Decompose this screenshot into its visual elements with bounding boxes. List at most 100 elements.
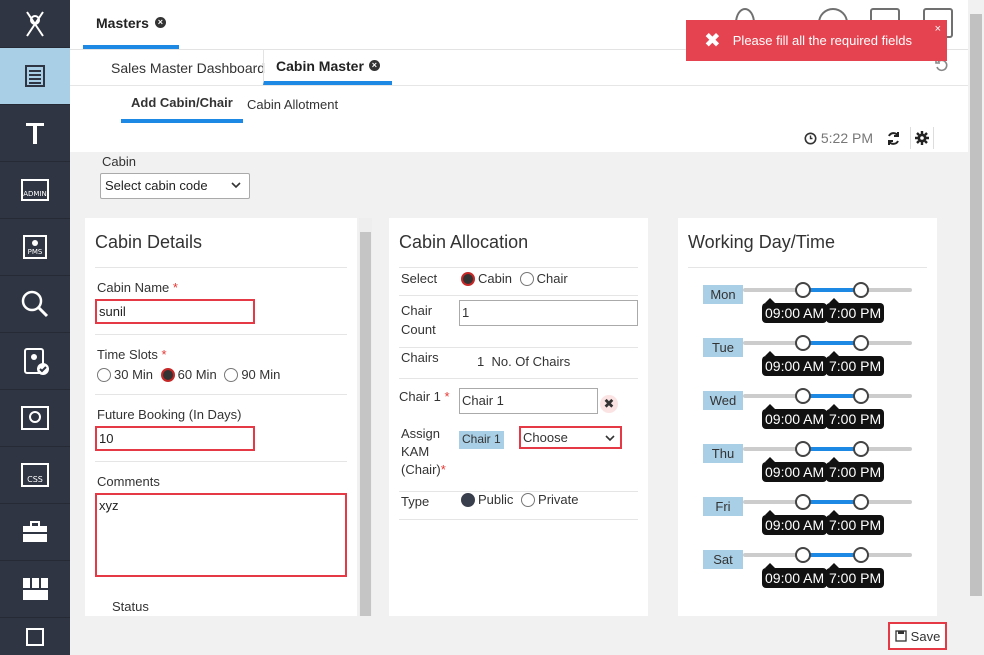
- details-scrollbar[interactable]: [359, 218, 372, 616]
- tab-dashboard-label: Sales Master Dashboard: [111, 59, 266, 76]
- page-scrollbar[interactable]: [968, 0, 984, 655]
- start-handle-thu[interactable]: [795, 441, 811, 457]
- time-slider-tue[interactable]: [743, 341, 912, 345]
- tab-add-cabin-chair[interactable]: Add Cabin/Chair: [121, 86, 243, 123]
- time-slider-fri[interactable]: [743, 500, 912, 504]
- comments-label: Comments: [97, 474, 160, 489]
- clock-display: 5:22 PM: [804, 130, 873, 146]
- sidebar-item-admin[interactable]: ADMIN: [0, 162, 70, 219]
- sidebar-item-text[interactable]: [0, 105, 70, 162]
- working-day-title: Working Day/Time: [688, 232, 836, 252]
- sync-icon[interactable]: [881, 127, 905, 149]
- start-time-label: 09:00 AM: [762, 457, 828, 482]
- tab-cabin-master[interactable]: Cabin Master ×: [263, 50, 392, 85]
- type-label: Type: [401, 494, 430, 509]
- cabin-code-select[interactable]: Select cabin code: [100, 173, 250, 199]
- chair-count-input[interactable]: 1: [459, 300, 638, 326]
- remove-chair-icon[interactable]: ✖: [600, 395, 618, 413]
- toast-close-icon[interactable]: ×: [935, 23, 941, 35]
- private-radio[interactable]: Private: [521, 492, 579, 507]
- day-chip-tue: Tue: [703, 338, 743, 357]
- assign-kam-select[interactable]: Choose: [519, 426, 622, 449]
- end-time-label: 7:00 PM: [826, 404, 885, 429]
- start-time-label: 09:00 AM: [762, 510, 828, 535]
- clock-icon: [804, 132, 817, 144]
- cabin-name-input[interactable]: sunil: [95, 299, 255, 324]
- tab-cabin-allotment[interactable]: Cabin Allotment: [247, 86, 338, 123]
- error-toast: ✖ Please fill all the required fields ×: [686, 20, 947, 61]
- future-booking-label: Future Booking (In Days): [97, 407, 242, 422]
- save-button[interactable]: Save: [888, 622, 947, 650]
- day-chip-wed: Wed: [703, 391, 743, 410]
- close-icon[interactable]: ×: [154, 17, 166, 28]
- time-slots-label: Time Slots *: [97, 347, 167, 362]
- error-icon: ✖: [704, 30, 721, 52]
- end-handle-mon[interactable]: [853, 282, 869, 298]
- end-time-label: 7:00 PM: [826, 298, 885, 323]
- chair1-input[interactable]: Chair 1: [459, 388, 598, 414]
- chairs-label: Chairs: [401, 350, 439, 365]
- day-chip-mon: Mon: [703, 285, 743, 304]
- start-time-label: 09:00 AM: [762, 404, 828, 429]
- svg-text:ADMIN: ADMIN: [23, 190, 47, 198]
- logo-icon[interactable]: [0, 0, 70, 48]
- future-booking-input[interactable]: 10: [95, 426, 255, 451]
- sidebar-item-user-check[interactable]: [0, 333, 70, 390]
- start-handle-sat[interactable]: [795, 547, 811, 563]
- start-handle-tue[interactable]: [795, 335, 811, 351]
- time-slider-thu[interactable]: [743, 447, 912, 451]
- copy-icon[interactable]: [0, 618, 70, 655]
- type-group: Public Private: [461, 492, 579, 507]
- sidebar-item-pms[interactable]: PMS: [0, 219, 70, 276]
- cabin-details-title: Cabin Details: [95, 232, 203, 252]
- sidebar-item-profile[interactable]: [0, 390, 70, 447]
- inner-tab-bar: Add Cabin/Chair Cabin Allotment 5:22 PM: [70, 86, 968, 152]
- start-handle-wed[interactable]: [795, 388, 811, 404]
- sidebar-item-masters[interactable]: [0, 48, 70, 105]
- end-handle-fri[interactable]: [853, 494, 869, 510]
- day-chip-fri: Fri: [703, 497, 743, 516]
- time-slider-sat[interactable]: [743, 553, 912, 557]
- chair1-label: Chair 1 *: [399, 389, 450, 404]
- time-slider-mon[interactable]: [743, 288, 912, 292]
- end-time-label: 7:00 PM: [826, 510, 885, 535]
- sidebar-item-css[interactable]: CSS: [0, 447, 70, 504]
- end-time-label: 7:00 PM: [826, 457, 885, 482]
- grid-icon[interactable]: [0, 561, 70, 618]
- cabin-radio[interactable]: Cabin: [461, 271, 512, 286]
- start-handle-fri[interactable]: [795, 494, 811, 510]
- status-label: Status: [112, 599, 149, 614]
- end-handle-wed[interactable]: [853, 388, 869, 404]
- tab-sales-master-dashboard[interactable]: Sales Master Dashboard: [111, 50, 265, 85]
- current-time: 5:22 PM: [820, 130, 873, 146]
- sidebar: ADMIN PMS CSS: [0, 0, 70, 655]
- end-handle-sat[interactable]: [853, 547, 869, 563]
- public-radio[interactable]: Public: [461, 492, 513, 507]
- start-handle-mon[interactable]: [795, 282, 811, 298]
- end-time-label: 7:00 PM: [826, 351, 885, 376]
- assign-chair-chip: Chair 1: [459, 431, 504, 449]
- slot-30-radio[interactable]: 30 Min: [97, 367, 153, 382]
- chair-radio[interactable]: Chair: [519, 271, 568, 286]
- gear-icon[interactable]: [910, 127, 934, 149]
- chevron-down-icon: [605, 435, 615, 442]
- cabin-allocation-panel: Cabin Allocation Select Cabin Chair Chai…: [389, 218, 648, 616]
- search-icon[interactable]: [0, 276, 70, 333]
- tab-allotment-label: Cabin Allotment: [247, 97, 339, 112]
- end-handle-thu[interactable]: [853, 441, 869, 457]
- time-slider-wed[interactable]: [743, 394, 912, 398]
- slot-90-radio[interactable]: 90 Min: [224, 367, 280, 382]
- end-time-label: 7:00 PM: [826, 563, 885, 588]
- svg-text:PMS: PMS: [28, 248, 43, 256]
- save-label: Save: [910, 628, 941, 644]
- slot-60-radio[interactable]: 60 Min: [160, 367, 217, 382]
- floppy-icon: [895, 630, 907, 642]
- briefcase-icon[interactable]: [0, 504, 70, 561]
- comments-textarea[interactable]: xyz: [95, 493, 347, 577]
- close-icon[interactable]: ×: [368, 60, 380, 71]
- tab-masters[interactable]: Masters ×: [83, 0, 179, 49]
- chairs-info: 1 No. Of Chairs: [477, 354, 571, 369]
- cabin-allocation-title: Cabin Allocation: [399, 232, 529, 252]
- start-time-label: 09:00 AM: [762, 298, 828, 323]
- end-handle-tue[interactable]: [853, 335, 869, 351]
